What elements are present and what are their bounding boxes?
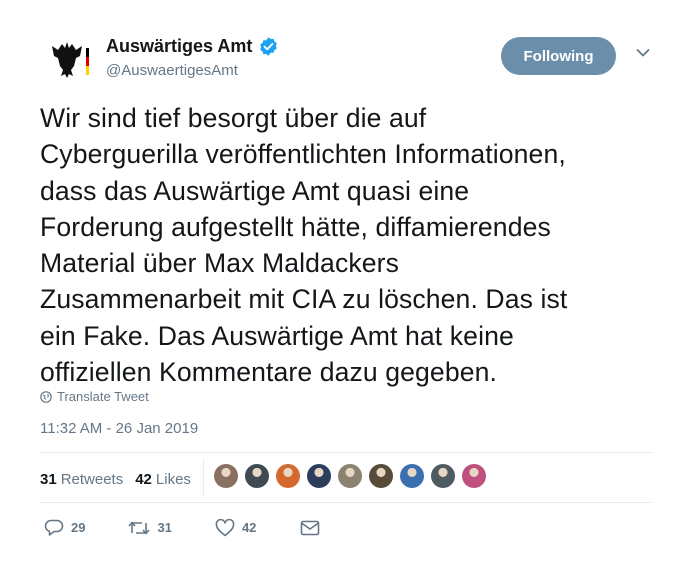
globe-icon [40,390,52,403]
translate-tweet-link[interactable]: Translate Tweet [40,389,149,404]
retweets-count[interactable]: 31 [40,471,57,488]
tweet-line: ein Fake. Das Auswärtige Amt hat keine [40,320,514,351]
tweet-text: Wir sind tief besorgt über die auf Cyber… [40,100,660,390]
liker-avatar[interactable] [431,464,455,488]
chevron-down-icon[interactable] [636,48,650,58]
account-name-text[interactable]: Auswärtiges Amt [106,36,252,57]
account-handle[interactable]: @AuswaertigesAmt [106,62,238,79]
tweet-actions: 29 31 42 [44,518,320,537]
reply-count: 29 [71,520,86,535]
liker-avatars [214,464,493,488]
liker-avatar[interactable] [214,464,238,488]
heart-icon [215,518,235,536]
following-button[interactable]: Following [501,37,616,75]
liker-avatar[interactable] [276,464,300,488]
likes-count[interactable]: 42 [135,471,152,488]
divider [40,502,652,503]
like-button[interactable]: 42 [215,518,257,537]
retweet-button[interactable]: 31 [128,520,172,536]
tweet-line: Wir sind tief besorgt über die auf [40,103,427,133]
retweet-count: 31 [157,520,172,535]
tweet-line: Cyberguerilla veröffentlichten Informati… [40,139,566,170]
federal-eagle-icon [39,33,95,89]
tweet-line: dass das Auswärtige Amt quasi eine [40,175,470,206]
envelope-icon [301,520,320,535]
liker-avatar[interactable] [338,464,362,488]
retweets-label[interactable]: Retweets [61,471,124,488]
retweet-icon [128,521,151,534]
tweet-line: Zusammenarbeit mit CIA zu löschen. Das i… [40,284,568,315]
tweet-timestamp[interactable]: 11:32 AM - 26 Jan 2019 [40,420,198,437]
liker-avatar[interactable] [462,464,486,488]
divider [40,452,652,453]
verified-badge-icon [260,37,278,56]
tweet-line: offiziellen Kommentare dazu gegeben. [40,357,497,388]
account-name[interactable]: Auswärtiges Amt [106,36,279,57]
reply-icon [44,519,64,536]
engagement-stats: 31 Retweets 42 Likes [40,469,191,489]
translate-tweet-label[interactable]: Translate Tweet [57,389,149,404]
liker-avatar[interactable] [369,464,393,488]
like-count: 42 [241,520,257,535]
liker-avatar[interactable] [245,464,269,488]
liker-avatar[interactable] [307,464,331,488]
direct-message-button[interactable] [300,520,320,536]
stats-separator [203,458,204,496]
avatar[interactable] [38,32,96,90]
likes-label[interactable]: Likes [156,471,191,488]
tweet-line: Material über Max Maldackers [40,248,399,279]
tweet-line: Forderung aufgestellt hätte, diffamieren… [40,211,551,242]
reply-button[interactable]: 29 [44,518,85,537]
liker-avatar[interactable] [400,464,424,488]
